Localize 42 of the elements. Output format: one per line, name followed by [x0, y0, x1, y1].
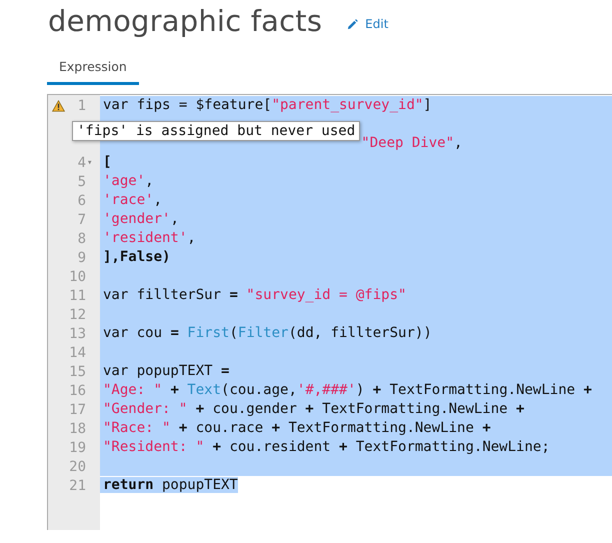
line-number: 11 [68, 288, 86, 304]
line-number: 13 [68, 326, 86, 342]
line-number: 19 [68, 440, 86, 456]
line-number: 10 [68, 268, 86, 284]
edit-link[interactable]: Edit [347, 17, 388, 31]
line-number: 5 [76, 174, 86, 190]
warning-icon[interactable] [52, 100, 64, 112]
line-number: 7 [76, 212, 86, 228]
line-number: 15 [68, 364, 86, 380]
line-number: 1 [76, 98, 86, 114]
line-number: 20 [68, 458, 86, 474]
code-line: 'age', [102, 173, 154, 189]
line-number: 14 [68, 344, 86, 360]
line-number: 4 [76, 154, 86, 170]
code-line: var cou = First(Filter(dd, fillterSur)) [102, 325, 432, 341]
code-line: 'resident', [102, 230, 196, 246]
line-number: 18 [68, 420, 86, 436]
code-line: "Race: " + cou.race + TextFormatting.NewLine + [102, 420, 491, 436]
fold-toggle[interactable]: ▾ [86, 158, 99, 168]
line-number: 6 [76, 192, 86, 208]
code-line: var fillterSur = "survey_id = @fips" [102, 287, 406, 303]
code-line: "Resident: " + cou.resident + TextFormatting.NewLine; [102, 439, 550, 455]
line-number: 8 [76, 230, 86, 246]
page-title: demographic facts [48, 4, 322, 38]
code-editor[interactable] [47, 94, 612, 530]
code-line: "Gender: " + cou.gender + TextFormatting.NewLine + [102, 401, 524, 417]
code-line: 'gender', [102, 211, 179, 227]
code-line: [ [102, 154, 112, 170]
code-line: ],False) [102, 249, 170, 265]
line-number: 21 [68, 478, 86, 494]
line-number: 12 [68, 306, 86, 322]
line-number: 16 [68, 382, 86, 398]
code-line: var fips = $feature["parent_survey_id"] [102, 97, 432, 113]
line-number: 17 [68, 402, 86, 418]
expression-tab[interactable]: Expression [47, 57, 139, 85]
line-number: 9 [76, 250, 86, 266]
pencil-icon [347, 18, 358, 30]
code-line: "Deep Dive", [360, 135, 462, 151]
code-line: "Age: " + Text(cou.age,'#,###') + TextFormatting.NewLine + [102, 382, 592, 398]
code-line: var popupTEXT = [102, 363, 230, 379]
code-line: 'race', [102, 192, 162, 208]
warning-tooltip: 'fips' is assigned but never used [72, 121, 360, 141]
